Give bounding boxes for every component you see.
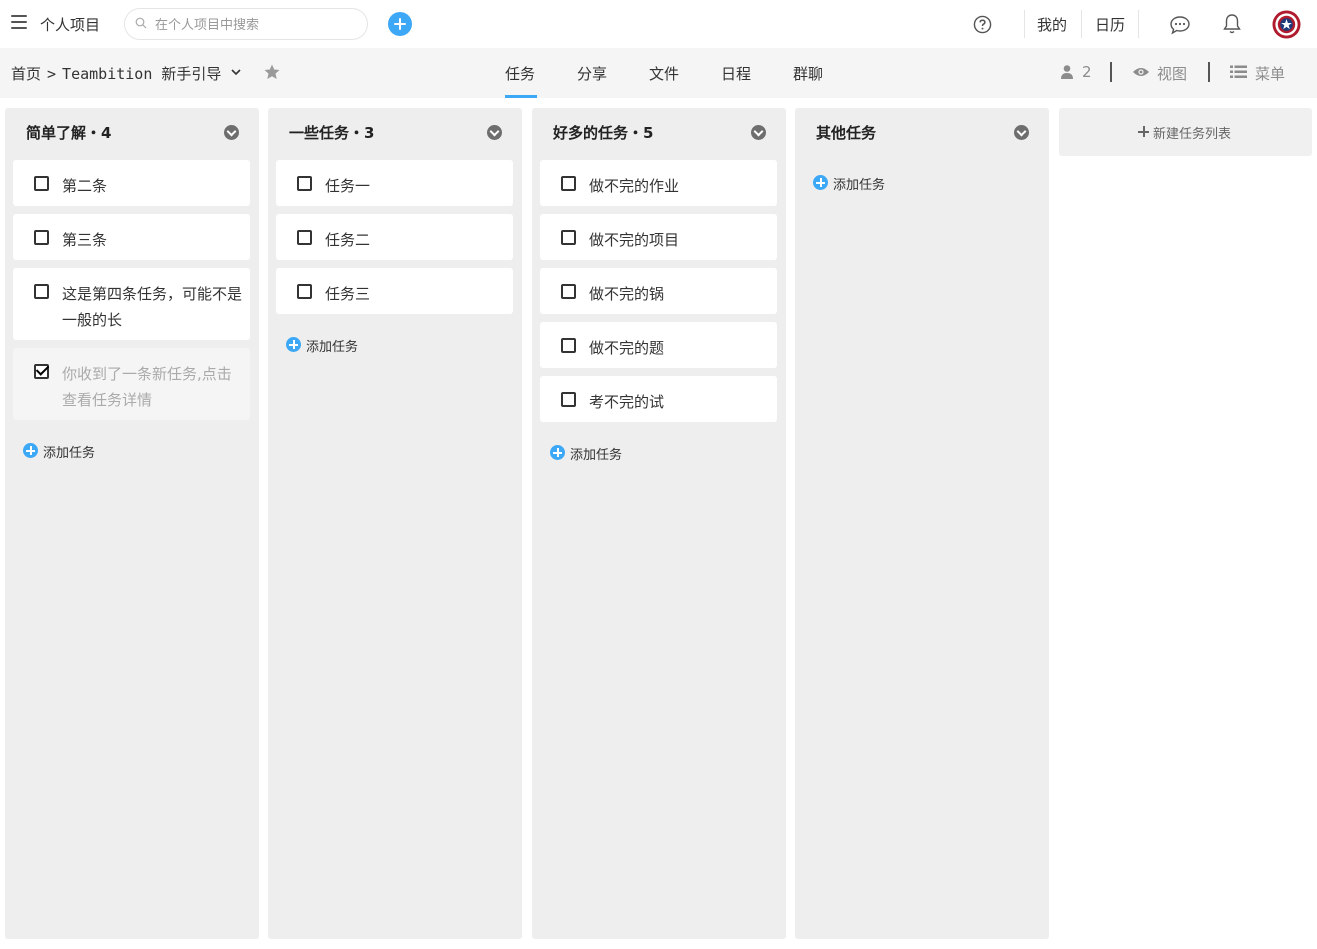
column-menu-chevron-icon[interactable] — [1014, 125, 1029, 140]
tab-share[interactable]: 分享 — [577, 63, 607, 84]
task-checkbox[interactable] — [297, 284, 312, 299]
hamburger-menu-icon[interactable] — [11, 15, 27, 31]
task-title: 你收到了一条新任务,点击查看任务详情 — [62, 365, 232, 409]
task-checkbox[interactable] — [34, 230, 49, 245]
task-card[interactable]: 考不完的试 — [540, 376, 777, 422]
task-card[interactable]: 第二条 — [13, 160, 250, 206]
divider — [1024, 10, 1025, 38]
task-card[interactable]: 做不完的项目 — [540, 214, 777, 260]
task-checkbox[interactable] — [34, 284, 49, 299]
breadcrumb: 首页 > Teambition 新手引导 — [11, 63, 221, 84]
search-box[interactable] — [124, 8, 368, 40]
task-checkbox[interactable] — [561, 284, 576, 299]
app-title[interactable]: 个人项目 — [40, 14, 100, 35]
quick-add-button[interactable] — [388, 12, 412, 36]
task-title: 做不完的锅 — [589, 285, 665, 303]
task-list-column: 一些任务・3 任务一 任务二 任务三 添加任务 — [268, 108, 522, 939]
project-subheader: 首页 > Teambition 新手引导 任务 分享 文件 日程 群聊 2 视图 菜… — [0, 48, 1317, 98]
task-card[interactable]: 做不完的锅 — [540, 268, 777, 314]
help-icon[interactable] — [973, 15, 992, 34]
search-input[interactable] — [155, 15, 355, 35]
task-card[interactable]: 第三条 — [13, 214, 250, 260]
bell-icon[interactable] — [1222, 13, 1242, 35]
tab-group-chat[interactable]: 群聊 — [793, 63, 823, 84]
task-card[interactable]: 任务三 — [276, 268, 513, 314]
task-title: 考不完的试 — [589, 393, 665, 411]
task-title: 第二条 — [62, 177, 108, 195]
task-title: 做不完的项目 — [589, 231, 680, 249]
eye-icon[interactable] — [1132, 66, 1150, 78]
task-title: 任务二 — [325, 231, 371, 249]
task-checkbox[interactable] — [297, 230, 312, 245]
tab-tasks[interactable]: 任务 — [505, 63, 535, 84]
add-task-label: 添加任务 — [833, 178, 886, 193]
plus-circle-icon — [286, 337, 301, 352]
task-checkbox[interactable] — [561, 338, 576, 353]
add-task-label: 添加任务 — [306, 340, 359, 355]
column-menu-chevron-icon[interactable] — [751, 125, 766, 140]
list-icon[interactable] — [1230, 65, 1247, 79]
task-title: 第三条 — [62, 231, 108, 249]
plus-icon — [1138, 126, 1149, 137]
new-task-list-button[interactable]: 新建任务列表 — [1059, 108, 1312, 156]
task-checkbox[interactable] — [561, 392, 576, 407]
member-icon[interactable] — [1060, 64, 1074, 80]
task-checkbox[interactable] — [561, 230, 576, 245]
task-checkbox[interactable] — [34, 176, 49, 191]
task-title: 任务三 — [325, 285, 371, 303]
plus-circle-icon — [550, 445, 565, 460]
task-list-column: 其他任务 添加任务 — [795, 108, 1049, 939]
task-title: 任务一 — [325, 177, 371, 195]
top-bar: 个人项目 我的 日历 — [0, 0, 1317, 48]
plus-circle-icon — [23, 443, 38, 458]
divider — [1208, 62, 1210, 82]
task-card[interactable]: 任务一 — [276, 160, 513, 206]
add-task-label: 添加任务 — [43, 446, 96, 461]
task-title: 做不完的作业 — [589, 177, 680, 195]
new-task-list-label: 新建任务列表 — [1153, 127, 1232, 142]
task-list-column: 简单了解・4 第二条 第三条 这是第四条任务，可能不是一般的长 你收到了一条新任… — [5, 108, 259, 939]
breadcrumb-separator: > — [47, 65, 57, 83]
column-menu-chevron-icon[interactable] — [487, 125, 502, 140]
star-icon[interactable] — [263, 63, 281, 81]
task-title: 做不完的题 — [589, 339, 665, 357]
add-task-label: 添加任务 — [570, 448, 623, 463]
task-card[interactable]: 任务二 — [276, 214, 513, 260]
search-icon — [135, 17, 147, 29]
task-checkbox-checked[interactable] — [34, 364, 49, 379]
plus-circle-icon — [813, 175, 828, 190]
breadcrumb-project[interactable]: Teambition 新手引导 — [62, 65, 221, 83]
divider — [1138, 10, 1139, 38]
column-title[interactable]: 好多的任务・5 — [553, 122, 653, 143]
tab-files[interactable]: 文件 — [649, 63, 679, 84]
task-list-column: 好多的任务・5 做不完的作业 做不完的项目 做不完的锅 做不完的题 考不完的试 … — [532, 108, 786, 939]
column-title[interactable]: 简单了解・4 — [26, 122, 111, 143]
view-button[interactable]: 视图 — [1157, 63, 1187, 84]
calendar-link[interactable]: 日历 — [1095, 14, 1125, 35]
chat-icon[interactable] — [1169, 15, 1191, 35]
active-tab-indicator — [505, 95, 537, 98]
task-card[interactable]: 这是第四条任务，可能不是一般的长 — [13, 268, 250, 340]
tab-schedule[interactable]: 日程 — [721, 63, 751, 84]
task-checkbox[interactable] — [561, 176, 576, 191]
task-checkbox[interactable] — [297, 176, 312, 191]
column-menu-chevron-icon[interactable] — [224, 125, 239, 140]
user-avatar[interactable] — [1272, 10, 1301, 39]
divider — [1110, 62, 1112, 82]
divider — [1081, 10, 1082, 38]
task-card[interactable]: 做不完的作业 — [540, 160, 777, 206]
task-title: 这是第四条任务，可能不是一般的长 — [62, 285, 243, 329]
column-title[interactable]: 一些任务・3 — [289, 122, 374, 143]
task-card-completed[interactable]: 你收到了一条新任务,点击查看任务详情 — [13, 348, 250, 420]
menu-button[interactable]: 菜单 — [1255, 63, 1285, 84]
my-link[interactable]: 我的 — [1037, 14, 1067, 35]
chevron-down-icon[interactable] — [230, 66, 242, 78]
column-title[interactable]: 其他任务 — [816, 122, 876, 143]
breadcrumb-home[interactable]: 首页 — [11, 65, 41, 83]
member-count[interactable]: 2 — [1082, 63, 1092, 81]
task-card[interactable]: 做不完的题 — [540, 322, 777, 368]
